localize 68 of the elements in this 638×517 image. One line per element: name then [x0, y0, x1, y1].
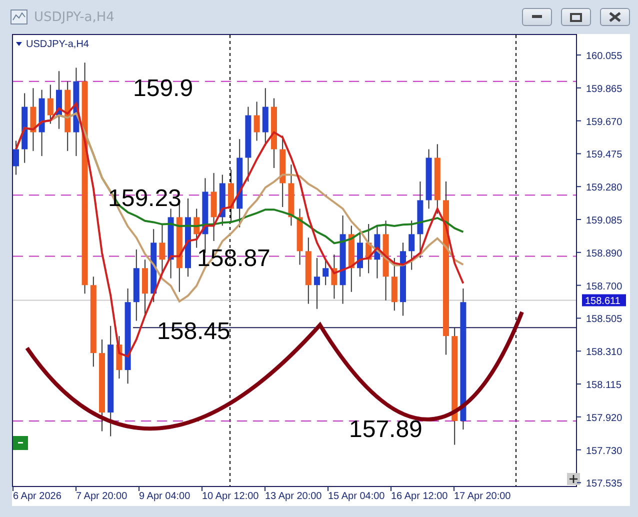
price-label: 159.670	[586, 116, 622, 128]
price-label: 158.115	[586, 380, 622, 391]
minimize-icon	[532, 15, 542, 19]
candlestick	[30, 88, 36, 152]
price-label: 158.700	[586, 281, 622, 292]
candlestick	[228, 169, 234, 223]
maximize-button[interactable]	[561, 8, 591, 26]
candlestick	[116, 336, 122, 380]
price-label: 159.085	[586, 216, 622, 226]
candlestick	[408, 220, 415, 270]
candlestick	[168, 208, 174, 279]
symbol-label: USDJPY-a,H4	[26, 39, 89, 50]
time-label: 17 Apr 20:00	[454, 491, 511, 502]
candlestick	[288, 164, 294, 226]
candlestick	[296, 208, 303, 266]
candlestick	[47, 84, 54, 124]
price-label: 157.730	[586, 446, 622, 457]
candlestick	[13, 140, 19, 176]
current-price-tag: 158.611	[582, 294, 626, 308]
window-title: USDJPY-a,H4	[34, 10, 116, 24]
zoom-in-icon[interactable]	[567, 473, 580, 485]
price-label: 158.505	[586, 314, 622, 326]
time-label: 15 Apr 04:00	[328, 491, 385, 502]
time-label: 9 Apr 04:00	[139, 491, 190, 502]
level-label: 157.89	[349, 416, 422, 443]
price-label: 157.535	[586, 478, 622, 490]
time-label: 10 Apr 12:00	[202, 491, 259, 502]
time-label: 7 Apr 20:00	[76, 491, 128, 502]
maximize-icon	[570, 12, 582, 22]
dropdown-icon[interactable]	[16, 42, 22, 46]
candlestick	[56, 70, 62, 130]
time-label: 16 Apr 12:00	[391, 491, 448, 502]
close-icon	[609, 12, 621, 22]
candlestick	[262, 88, 268, 146]
price-label: 159.865	[586, 84, 622, 95]
price-label: 157.920	[586, 412, 622, 424]
price-label: 160.055	[586, 51, 622, 62]
level-label: 159.9	[133, 75, 194, 102]
candlestick	[426, 148, 432, 210]
candlestick	[159, 224, 166, 274]
candlestick	[434, 144, 440, 214]
chart-window-icon	[10, 9, 28, 25]
time-label: 13 Apr 20:00	[265, 491, 322, 502]
candlestick	[219, 174, 226, 226]
candlestick	[331, 254, 338, 300]
candlestick	[38, 89, 45, 157]
candlestick	[391, 257, 398, 312]
minimize-button[interactable]	[522, 8, 552, 26]
candlestick	[254, 101, 260, 142]
candlestick	[374, 225, 380, 279]
candlestick	[22, 92, 28, 164]
candlestick	[357, 228, 363, 278]
candlestick	[64, 80, 71, 152]
candlestick	[210, 172, 217, 242]
candlestick	[366, 224, 372, 274]
price-label: 158.310	[586, 347, 622, 358]
candlestick	[348, 225, 354, 292]
price-label: 158.890	[586, 248, 622, 260]
candlestick	[322, 259, 329, 286]
time-label: 6 Apr 2026	[13, 491, 62, 502]
candlestick	[194, 208, 200, 248]
collapse-icon[interactable]	[13, 436, 28, 450]
candlestick	[305, 237, 312, 304]
candlestick	[271, 98, 277, 168]
close-button[interactable]	[600, 8, 630, 26]
candlestick	[314, 257, 320, 310]
price-label: 159.280	[586, 182, 622, 194]
price-label: 159.475	[586, 150, 622, 161]
